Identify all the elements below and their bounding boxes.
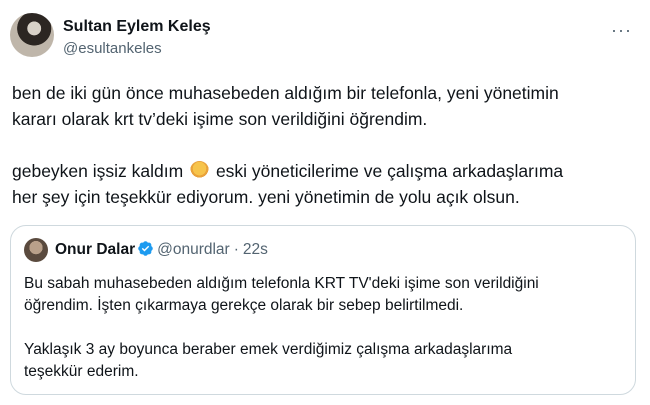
quoted-tweet[interactable]: Onur Dalar @onurdlar · 22s Bu sabah muhaseb… bbox=[10, 225, 636, 395]
quoted-tweet-text: Bu sabah muhasebeden aldığım telefonla K… bbox=[24, 273, 624, 383]
tweet-line: ben de iki gün önce muhasebeden aldığım … bbox=[12, 83, 559, 103]
woman-shrugging-emoji-icon bbox=[190, 161, 210, 180]
separator-dot: · bbox=[233, 241, 239, 258]
author-name[interactable]: Sultan Eylem Keleş bbox=[63, 17, 211, 37]
quoted-line: Yaklaşık 3 ay boyunca beraber emek verdi… bbox=[24, 341, 513, 358]
quoted-tweet-header: Onur Dalar @onurdlar · 22s bbox=[55, 240, 268, 260]
quoted-timestamp[interactable]: 22s bbox=[243, 241, 268, 258]
more-options-button[interactable]: ··· bbox=[611, 20, 632, 41]
quoted-author-name: Onur Dalar bbox=[55, 241, 136, 258]
tweet-line: kararı olarak krt tv’deki işime son veri… bbox=[12, 109, 428, 129]
author-block: Sultan Eylem Keleş @esultankeles bbox=[63, 17, 211, 59]
quoted-line: Bu sabah muhasebeden aldığım telefonla K… bbox=[24, 275, 539, 292]
verified-badge-icon bbox=[138, 241, 153, 256]
more-horizontal-icon: ··· bbox=[611, 20, 632, 40]
tweet-fragment: eski yöneticilerime ve çalışma arkadaşla… bbox=[215, 161, 564, 181]
author-avatar[interactable] bbox=[10, 13, 54, 57]
quoted-author-avatar bbox=[24, 238, 48, 262]
author-handle[interactable]: @esultankeles bbox=[63, 39, 211, 59]
quoted-line: öğrendim. İşten çıkarmaya gerekçe olarak… bbox=[24, 297, 464, 314]
quoted-author-handle: @onurdlar bbox=[157, 241, 230, 258]
tweet-line: gebeyken işsiz kaldım eski yöneticilerim… bbox=[12, 158, 632, 184]
tweet-text: ben de iki gün önce muhasebeden aldığım … bbox=[12, 80, 632, 210]
tweet-line: her şey için teşekkür ediyorum. yeni yön… bbox=[12, 187, 520, 207]
quoted-line: teşekkür ederim. bbox=[24, 363, 139, 380]
tweet-fragment: gebeyken işsiz kaldım bbox=[12, 161, 184, 181]
